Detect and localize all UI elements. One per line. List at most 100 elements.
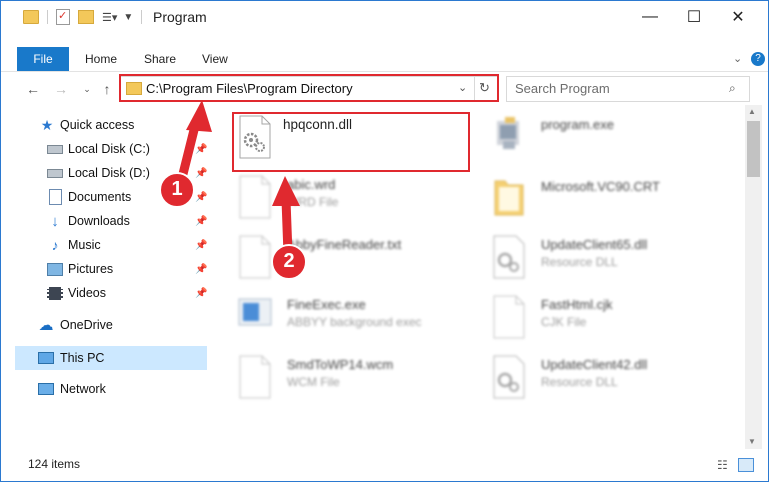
- file-type: CJK File: [541, 315, 587, 329]
- videos-icon: [47, 285, 63, 301]
- list-item[interactable]: UpdateClient65.dll Resource DLL: [491, 235, 731, 291]
- pictures-icon: [47, 261, 63, 277]
- computer-icon: [38, 350, 54, 366]
- file-name: FineExec.exe: [287, 297, 366, 312]
- file-icon: [237, 355, 273, 401]
- exe-icon: [237, 295, 273, 341]
- maximize-button[interactable]: ☐: [671, 1, 717, 33]
- details-view-icon[interactable]: ☷: [717, 458, 728, 472]
- file-icon: [237, 235, 273, 281]
- sidebar-item-this-pc[interactable]: This PC: [15, 346, 207, 370]
- star-icon: ★: [40, 116, 54, 133]
- pin-icon: 📌: [195, 263, 208, 275]
- back-arrow-icon[interactable]: ←: [23, 79, 43, 99]
- divider: [47, 10, 48, 24]
- quick-access-toolbar: ✓ ☰▾ ▼: [23, 9, 143, 25]
- file-name: abic.wrd: [287, 177, 336, 192]
- folder-icon: [491, 175, 527, 221]
- tab-share[interactable]: Share: [144, 47, 176, 71]
- sidebar-item-pictures[interactable]: Pictures 📌: [1, 257, 207, 281]
- sidebar-item-onedrive[interactable]: ☁ OneDrive: [1, 313, 207, 337]
- pin-icon: 📌: [195, 287, 208, 299]
- file-name: SmdToWP14.wcm: [287, 357, 394, 372]
- address-bar-highlight: [119, 74, 499, 102]
- file-type: Resource DLL: [541, 375, 618, 389]
- list-item[interactable]: abic.wrd WRD File: [237, 175, 477, 231]
- file-type: WCM File: [287, 375, 340, 389]
- recent-locations-icon[interactable]: ⌄: [77, 79, 97, 99]
- file-type: Resource DLL: [541, 255, 618, 269]
- exe-icon: [491, 115, 527, 161]
- properties-icon[interactable]: ✓: [56, 9, 70, 25]
- pin-icon: 📌: [195, 143, 208, 155]
- list-item[interactable]: SmdToWP14.wcm WCM File: [237, 355, 477, 411]
- sidebar-item-music[interactable]: ♪ Music 📌: [1, 233, 208, 257]
- dll-icon: [491, 355, 527, 401]
- customize-icon[interactable]: ☰▾: [102, 11, 117, 24]
- new-folder-icon[interactable]: [78, 10, 94, 24]
- file-name: program.exe: [541, 117, 614, 132]
- drive-icon: [47, 165, 63, 181]
- status-bar: 124 items ☷: [1, 455, 768, 479]
- sidebar-item-videos[interactable]: Videos 📌: [1, 281, 207, 305]
- search-icon[interactable]: ⌕: [729, 81, 736, 96]
- drive-icon: [47, 141, 63, 157]
- expand-ribbon-icon[interactable]: ⌄: [733, 47, 742, 71]
- tab-home[interactable]: Home: [85, 47, 117, 71]
- file-type: ABBYY background exec: [287, 315, 422, 329]
- divider: [141, 10, 143, 24]
- chevron-down-icon[interactable]: ▼: [123, 12, 133, 23]
- title-bar: ✓ ☰▾ ▼ Program — ☐ ✕: [1, 1, 768, 33]
- sidebar-item-network[interactable]: Network: [1, 377, 207, 401]
- scroll-down-icon[interactable]: ▼: [748, 437, 756, 446]
- sidebar-item-local-disk-c[interactable]: Local Disk (C:) 📌: [1, 137, 207, 161]
- tab-file[interactable]: File: [17, 47, 69, 71]
- pin-icon: 📌: [195, 215, 208, 227]
- scrollbar-thumb[interactable]: [747, 121, 760, 177]
- sidebar-item-downloads[interactable]: ↓ Downloads 📌: [1, 209, 207, 233]
- file-icon: [491, 295, 527, 341]
- pin-icon: 📌: [195, 239, 208, 251]
- cloud-icon: ☁: [38, 317, 54, 334]
- help-icon[interactable]: ?: [751, 52, 765, 66]
- list-item[interactable]: program.exe: [491, 115, 731, 171]
- file-name: UpdateClient65.dll: [541, 237, 648, 252]
- item-count: 124 items: [28, 457, 81, 471]
- file-icon: [237, 175, 273, 221]
- tab-view[interactable]: View: [202, 47, 228, 71]
- network-icon: [38, 381, 54, 397]
- list-item[interactable]: UpdateClient42.dll Resource DLL: [491, 355, 731, 411]
- forward-arrow-icon[interactable]: →: [51, 79, 71, 99]
- list-item[interactable]: FastHtml.cjk CJK File: [491, 295, 731, 351]
- search-box[interactable]: ⌕: [506, 76, 750, 102]
- marker-2-label: 2: [283, 250, 295, 272]
- window-title: Program: [153, 9, 207, 25]
- minimize-button[interactable]: —: [627, 1, 673, 33]
- large-icons-view-icon[interactable]: [738, 458, 754, 472]
- pin-icon: 📌: [195, 191, 208, 203]
- dll-icon: [491, 235, 527, 281]
- marker-1-label: 1: [171, 178, 183, 200]
- list-item[interactable]: Microsoft.VC90.CRT: [491, 175, 731, 231]
- music-icon: ♪: [51, 237, 59, 253]
- list-item[interactable]: AbbyFineReader.txt: [237, 235, 477, 291]
- list-item[interactable]: FineExec.exe ABBYY background exec: [237, 295, 477, 351]
- close-button[interactable]: ✕: [715, 1, 761, 33]
- file-type: WRD File: [287, 195, 339, 209]
- folder-icon[interactable]: [23, 10, 39, 24]
- search-input[interactable]: [515, 80, 715, 96]
- file-name: AbbyFineReader.txt: [287, 237, 402, 252]
- file-name: Microsoft.VC90.CRT: [541, 179, 660, 194]
- file-name: UpdateClient42.dll: [541, 357, 648, 372]
- vertical-scrollbar[interactable]: ▲ ▼: [745, 105, 762, 449]
- pin-icon: 📌: [195, 167, 208, 179]
- download-icon: ↓: [51, 212, 59, 230]
- up-arrow-icon[interactable]: ↑: [97, 79, 117, 99]
- documents-icon: [47, 189, 63, 205]
- ribbon-tabs: File Home Share View ⌄ ?: [1, 47, 768, 72]
- file-highlight: [232, 112, 470, 172]
- sidebar-item-quick-access[interactable]: ★ Quick access: [1, 113, 207, 137]
- explorer-window: ✓ ☰▾ ▼ Program — ☐ ✕ File Home Share Vie…: [0, 0, 769, 482]
- scroll-up-icon[interactable]: ▲: [748, 107, 756, 116]
- file-name: FastHtml.cjk: [541, 297, 613, 312]
